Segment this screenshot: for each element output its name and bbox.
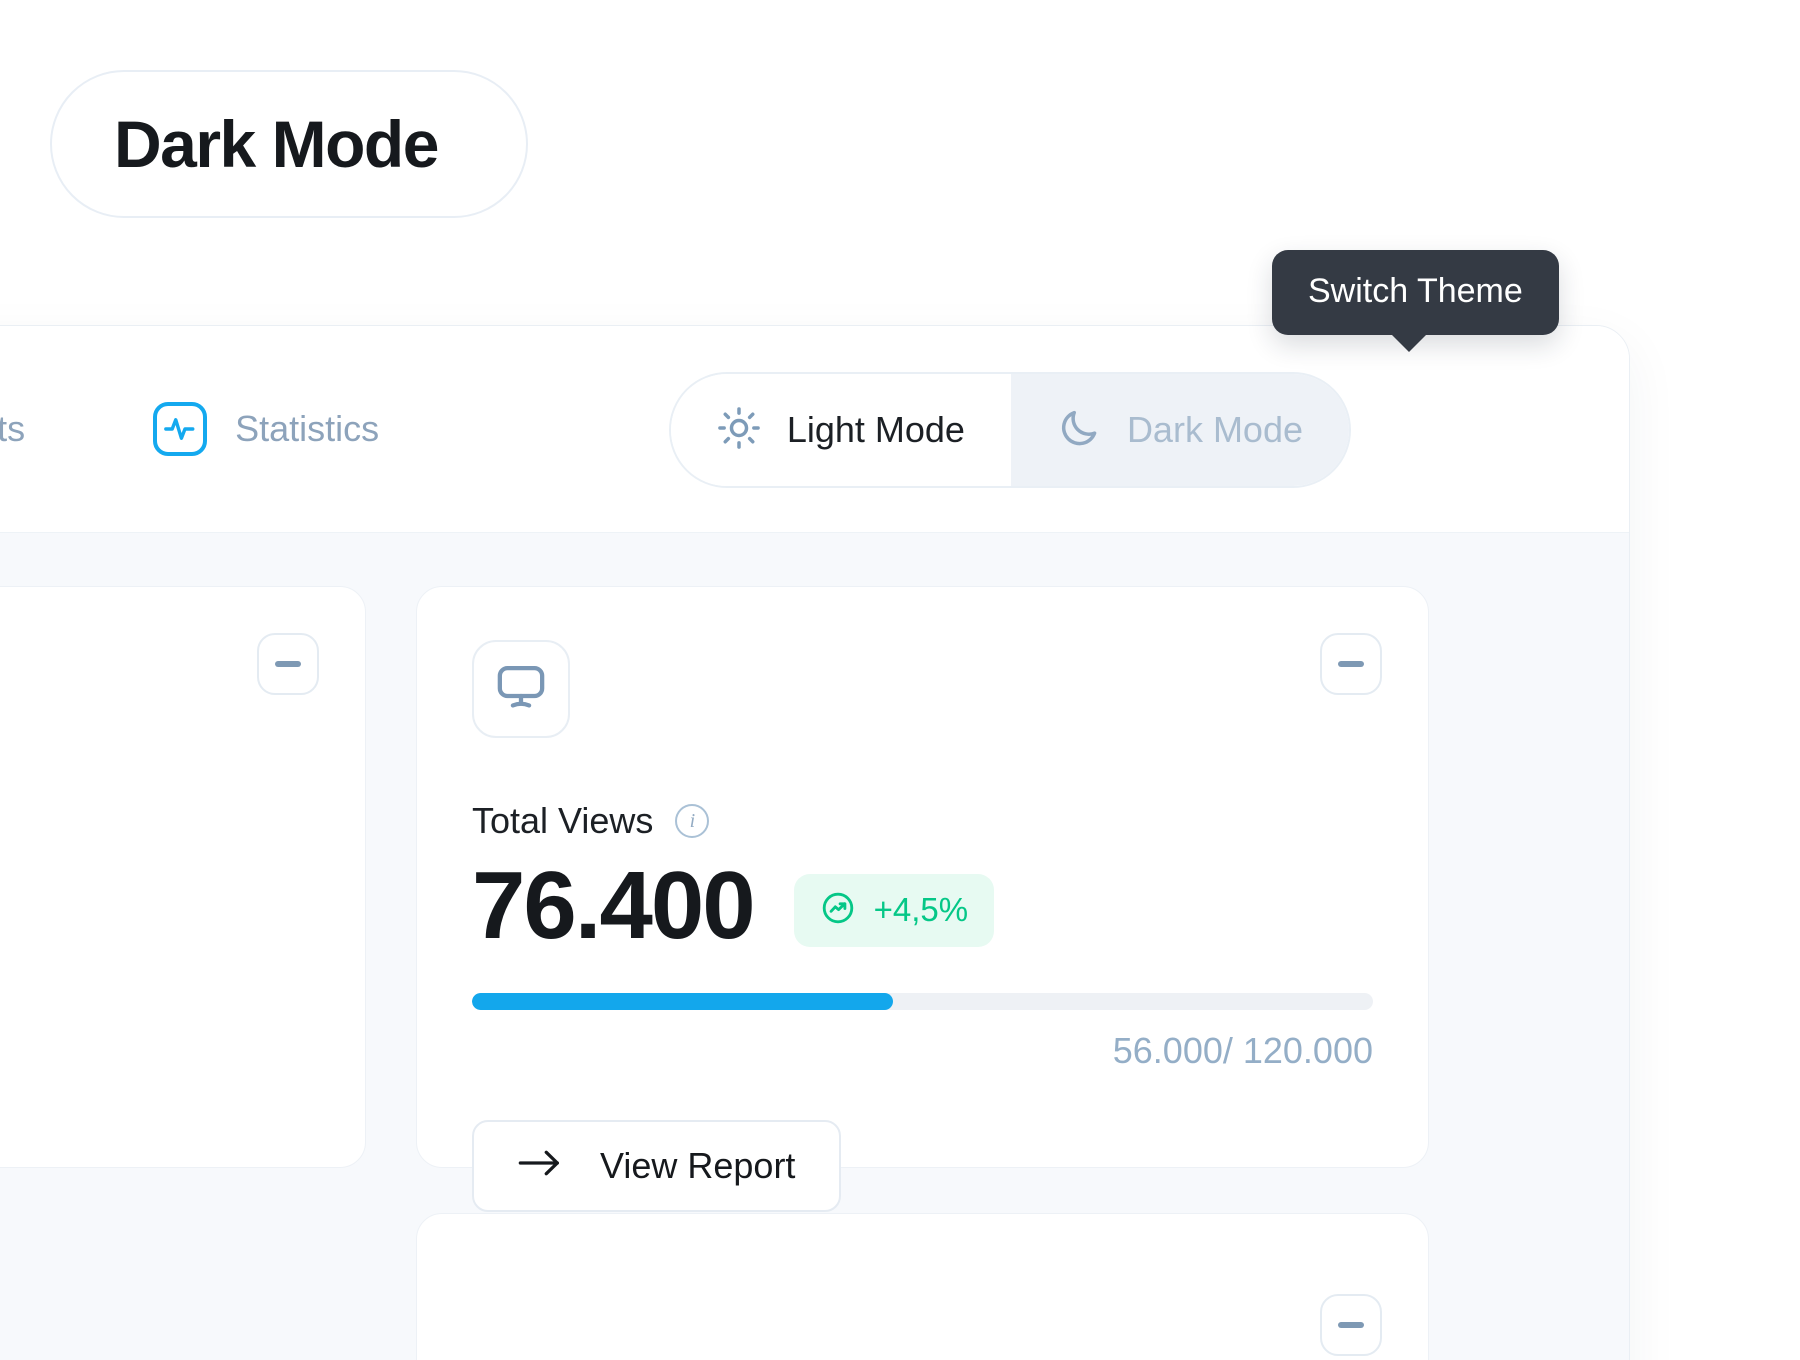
- cards-row: 0.000: [0, 586, 1629, 1212]
- stat-value: 76.400: [472, 852, 756, 959]
- card-bottom-row: [416, 1213, 1429, 1360]
- activity-icon: [153, 402, 208, 456]
- monitor-icon-box: [472, 640, 570, 738]
- view-report-button[interactable]: View Report: [472, 1119, 842, 1212]
- progress-caption: 56.000/ 120.000: [1112, 1029, 1373, 1071]
- progress-section: 56.000/ 120.000: [472, 992, 1373, 1072]
- collapse-card-button[interactable]: [257, 633, 319, 695]
- stat-label: Total Views: [472, 800, 654, 841]
- progress-fill: [472, 992, 893, 1010]
- app-window: Payments Statistics: [0, 325, 1630, 1360]
- card-total-views: Total Views i 76.400 +4,5% 56.000/ 120.0…: [416, 586, 1429, 1212]
- minus-icon: [1338, 1322, 1364, 1328]
- minus-icon: [1338, 661, 1364, 667]
- theme-toggle-light-mode[interactable]: Light Mode: [670, 374, 1011, 486]
- theme-toggle-light-label: Light Mode: [786, 409, 965, 450]
- tab-statistics[interactable]: Statistics: [153, 402, 379, 456]
- tab-statistics-label: Statistics: [235, 408, 380, 449]
- screen-root: Dark Mode Payments Statistics: [0, 0, 1800, 1360]
- progress-track: [472, 992, 1373, 1010]
- theme-toggle-dark-label: Dark Mode: [1126, 409, 1303, 450]
- switch-theme-tooltip: Switch Theme: [1272, 250, 1559, 352]
- tab-payments-label: Payments: [0, 408, 26, 449]
- collapse-card-button[interactable]: [1320, 633, 1382, 695]
- trending-up-icon: [820, 890, 856, 931]
- tab-payments[interactable]: Payments: [0, 408, 25, 450]
- theme-toggle-dark-mode[interactable]: Dark Mode: [1010, 374, 1349, 486]
- stat-value-row: 76.400 +4,5%: [472, 852, 1373, 959]
- app-header: Payments Statistics: [0, 326, 1629, 533]
- tooltip-label: Switch Theme: [1308, 272, 1523, 310]
- card-partial-left: 0.000: [0, 586, 366, 1168]
- nav-tabs: Payments Statistics: [0, 402, 379, 456]
- dashboard-content: 0.000: [0, 533, 1629, 1360]
- trend-value: +4,5%: [873, 891, 969, 929]
- theme-toggle[interactable]: Light Mode Dark Mode: [668, 372, 1351, 488]
- dark-mode-annotation-pill: Dark Mode: [50, 70, 528, 218]
- dark-mode-annotation-label: Dark Mode: [114, 107, 439, 181]
- trend-badge: +4,5%: [793, 873, 995, 947]
- minus-icon: [275, 661, 301, 667]
- view-report-label: View Report: [600, 1144, 796, 1186]
- moon-icon: [1057, 406, 1101, 455]
- monitor-icon: [494, 660, 548, 719]
- collapse-card-button[interactable]: [1320, 1294, 1382, 1356]
- arrow-right-icon: [518, 1148, 562, 1183]
- info-icon[interactable]: i: [675, 804, 710, 838]
- stat-label-row: Total Views i: [472, 800, 1373, 842]
- sun-icon: [717, 406, 761, 455]
